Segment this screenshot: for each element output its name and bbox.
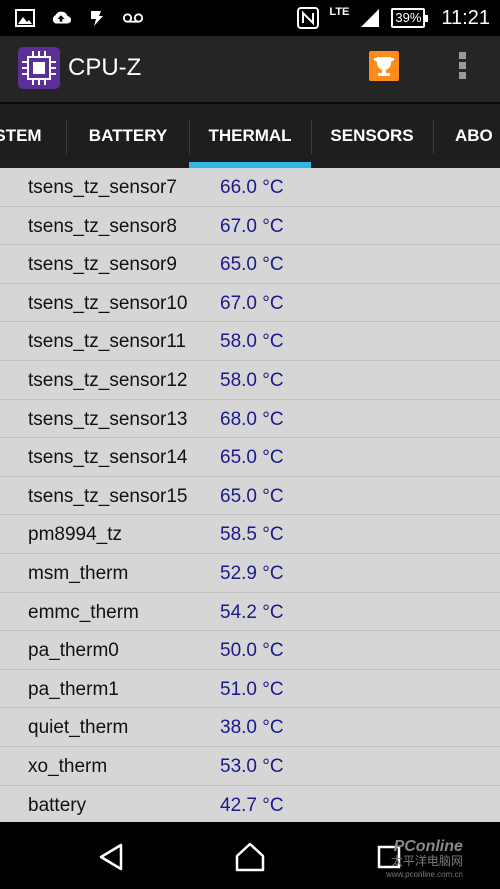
sensor-value: 67.0 °C: [220, 292, 284, 314]
sensor-name: tsens_tz_sensor14: [28, 447, 188, 469]
list-item: tsens_tz_sensor11 58.0 °C: [0, 322, 500, 361]
list-item: tsens_tz_sensor14 65.0 °C: [0, 438, 500, 477]
tab-about[interactable]: ABO: [455, 104, 500, 168]
sensor-name: tsens_tz_sensor13: [28, 408, 188, 430]
sensor-value: 53.0 °C: [220, 756, 284, 777]
sensor-name: quiet_therm: [28, 717, 129, 739]
sensor-name: emmc_therm: [28, 601, 139, 623]
sensor-name: tsens_tz_sensor11: [28, 331, 187, 353]
trophy-button[interactable]: [369, 51, 399, 81]
home-icon[interactable]: [233, 840, 267, 874]
app-title: CPU-Z: [68, 54, 142, 81]
list-item: tsens_tz_sensor8 67.0 °C: [0, 207, 500, 246]
list-item: pa_therm1 51.0 °C: [0, 670, 500, 709]
sensor-name: tsens_tz_sensor9: [28, 254, 177, 276]
tab-battery[interactable]: BATTERY: [67, 104, 189, 168]
watermark-sub: 太平洋电脑网: [390, 854, 463, 868]
tab-sensors[interactable]: SENSORS: [311, 104, 433, 168]
battery-indicator: 39%: [391, 8, 429, 28]
signal-icon: [361, 9, 380, 27]
list-item: tsens_tz_sensor9 65.0 °C: [0, 245, 500, 284]
sensor-value: 50.0 °C: [220, 640, 284, 662]
sensor-name: tsens_tz_sensor8: [28, 215, 177, 237]
sensor-value: 42.7 °C: [220, 794, 284, 816]
list-item: battery 42.7 °C: [0, 786, 500, 822]
list-item: xo_therm 53.0 °C: [0, 747, 500, 786]
network-type: LTE: [329, 6, 350, 18]
list-item: emmc_therm 54.2 °C: [0, 593, 500, 632]
watermark: PConline 太平洋电脑网 www.pconline.com.cn: [386, 838, 463, 882]
list-item: pa_therm0 50.0 °C: [0, 631, 500, 670]
sensor-name: tsens_tz_sensor12: [28, 370, 188, 391]
tab-system[interactable]: STEM: [0, 104, 66, 168]
usb-debug-icon: [91, 11, 103, 26]
cloud-upload-icon: [52, 11, 72, 24]
sensor-name: msm_therm: [28, 563, 129, 584]
list-item: msm_therm 52.9 °C: [0, 554, 500, 593]
sensor-value: 38.0 °C: [220, 717, 284, 739]
status-bar: LTE 39% 11:21: [0, 0, 500, 36]
sensor-value: 65.0 °C: [220, 254, 284, 276]
app-bar: CPU-Z: [0, 36, 500, 102]
thermal-list[interactable]: tsens_tz_sensor7 66.0 °C tsens_tz_sensor8…: [0, 168, 500, 822]
sensor-name: battery: [28, 794, 87, 816]
sensor-value: 58.5 °C: [220, 524, 284, 546]
sensor-value: 58.0 °C: [220, 331, 284, 353]
list-item: tsens_tz_sensor10 67.0 °C: [0, 284, 500, 323]
sensor-name: xo_therm: [28, 756, 108, 777]
voicemail-icon: [122, 13, 144, 23]
sensor-value: 65.0 °C: [220, 485, 284, 507]
sensor-value: 68.0 °C: [220, 408, 284, 430]
sensor-name: tsens_tz_sensor7: [28, 177, 177, 198]
tab-bar: STEM BATTERY THERMAL SENSORS ABO: [0, 102, 500, 168]
nfc-icon: [297, 7, 320, 29]
sensor-value: 65.0 °C: [220, 447, 284, 469]
notification-icons: [14, 6, 144, 30]
clock: 11:21: [441, 6, 490, 29]
sensor-name: tsens_tz_sensor10: [28, 292, 188, 314]
sensor-value: 67.0 °C: [220, 215, 284, 237]
sensor-name: pm8994_tz: [28, 524, 123, 546]
trophy-icon: [374, 57, 394, 76]
sensor-value: 54.2 °C: [220, 601, 284, 623]
watermark-brand: PConline: [393, 838, 463, 855]
list-item: tsens_tz_sensor12 58.0 °C: [0, 361, 500, 400]
sensor-name: tsens_tz_sensor15: [28, 485, 188, 507]
tab-divider: [433, 120, 434, 154]
sensor-name: pa_therm0: [28, 640, 119, 662]
overflow-menu-button[interactable]: [450, 50, 474, 86]
watermark-url: www.pconline.com.cn: [386, 870, 463, 879]
navigation-bar: PConline 太平洋电脑网 www.pconline.com.cn: [0, 822, 500, 889]
sensor-name: pa_therm1: [28, 678, 119, 700]
list-item: pm8994_tz 58.5 °C: [0, 515, 500, 554]
back-icon[interactable]: [95, 840, 129, 874]
sensor-value: 66.0 °C: [220, 177, 284, 198]
list-item: tsens_tz_sensor13 68.0 °C: [0, 400, 500, 439]
list-item: tsens_tz_sensor7 66.0 °C: [0, 168, 500, 207]
cpu-chip-icon: [18, 47, 60, 89]
list-item: quiet_therm 38.0 °C: [0, 708, 500, 747]
list-item: tsens_tz_sensor15 65.0 °C: [0, 477, 500, 516]
system-status: LTE 39% 11:21: [297, 4, 490, 32]
image-icon: [15, 9, 35, 27]
sensor-value: 58.0 °C: [220, 370, 284, 391]
sensor-value: 51.0 °C: [220, 678, 284, 700]
tab-thermal[interactable]: THERMAL: [189, 104, 311, 168]
sensor-value: 52.9 °C: [220, 563, 284, 584]
